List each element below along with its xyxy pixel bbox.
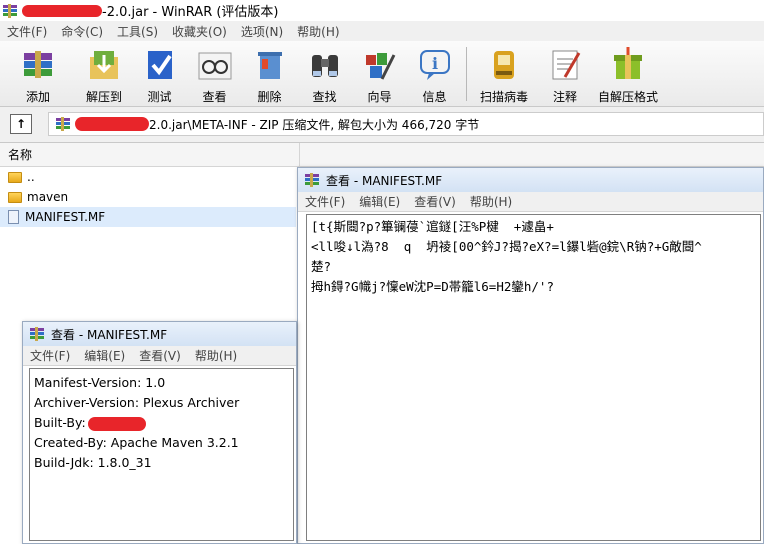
- glasses-view-icon: [198, 52, 231, 80]
- viewer-menu-bar: 文件(F) 编辑(E) 查看(V) 帮助(H): [23, 346, 296, 366]
- viewer-menu-file[interactable]: 文件(F): [298, 193, 352, 210]
- extract-folder-icon: [90, 51, 118, 79]
- menu-tools[interactable]: 工具(S): [110, 23, 165, 40]
- menu-bar: 文件(F) 命令(C) 工具(S) 收藏夹(O) 选项(N) 帮助(H): [0, 21, 764, 41]
- winrar-app-icon: [30, 327, 44, 341]
- sfx-box-icon: [614, 47, 642, 79]
- folder-icon: [8, 171, 22, 183]
- built-by-label: Built-By:: [34, 415, 86, 430]
- view-button[interactable]: 查看: [187, 41, 242, 107]
- viewer-menu-view[interactable]: 查看(V): [132, 347, 188, 364]
- menu-help[interactable]: 帮助(H): [290, 23, 346, 40]
- toolbar-separator: [466, 47, 467, 101]
- menu-favorites[interactable]: 收藏夹(O): [165, 23, 234, 40]
- file-name: ..: [27, 170, 35, 184]
- column-name[interactable]: 名称: [0, 142, 300, 167]
- address-bar: ↑ 2.0.jar\META-INF - ZIP 压缩文件, 解包大小为 466…: [0, 107, 764, 143]
- redacted-filename: [22, 4, 102, 17]
- viewer-menu-file[interactable]: 文件(F): [23, 347, 77, 364]
- viewer-menu-edit[interactable]: 编辑(E): [77, 347, 132, 364]
- text-line: [t{斯閸?p?篳镧葠`逭鐩[汪%P楗 +遽畠+: [311, 219, 554, 234]
- title-bar: -2.0.jar - WinRAR (评估版本): [0, 0, 764, 21]
- up-folder-button[interactable]: ↑: [10, 114, 32, 134]
- text-line: 拇h鍀?G幟j?懍eW沈P=D帯籠l6=H2鑾h/'?: [311, 279, 554, 294]
- text-line: Build-Jdk: 1.8.0_31: [34, 455, 152, 470]
- arrow-up-icon: ↑: [15, 117, 27, 131]
- add-button[interactable]: 添加: [0, 41, 76, 107]
- viewer-title: 查看 - MANIFEST.MF: [326, 173, 443, 188]
- text-line: <ll唆↓l溈?8 q 坍祾[00^鈐J?揭?eX?=l鑤l砦@鋎\R钠?+G敵…: [311, 239, 702, 254]
- redacted-archive-name: [75, 117, 149, 131]
- viewer-text-area[interactable]: [t{斯閸?p?篳镧葠`逭鐩[汪%P楗 +遽畠+ <ll唆↓l溈?8 q 坍祾[0…: [306, 214, 761, 541]
- folder-icon: [8, 191, 22, 203]
- binoculars-find-icon: [311, 55, 338, 77]
- comment-button[interactable]: 注释: [537, 41, 593, 107]
- find-button[interactable]: 查找: [297, 41, 352, 107]
- list-item[interactable]: ..: [0, 167, 296, 187]
- wizard-icon: [365, 53, 395, 80]
- text-line: Archiver-Version: Plexus Archiver: [34, 395, 240, 410]
- viewer-menu-help[interactable]: 帮助(H): [463, 193, 519, 210]
- text-line: Created-By: Apache Maven 3.2.1: [34, 435, 239, 450]
- virus-scan-icon: [494, 51, 514, 79]
- archive-icon: [56, 117, 70, 131]
- file-icon: [8, 210, 19, 224]
- info-button[interactable]: i 信息: [407, 41, 462, 107]
- winrar-app-icon: [3, 3, 17, 18]
- text-line-built-by: Built-By:: [34, 413, 289, 433]
- archive-path-text: 2.0.jar\META-INF - ZIP 压缩文件, 解包大小为 466,7…: [149, 117, 480, 132]
- list-item[interactable]: MANIFEST.MF: [0, 207, 296, 227]
- extract-to-button[interactable]: 解压到: [76, 41, 132, 107]
- menu-commands[interactable]: 命令(C): [54, 23, 110, 40]
- test-button[interactable]: 测试: [132, 41, 187, 107]
- viewer-window-manifest: 查看 - MANIFEST.MF 文件(F) 编辑(E) 查看(V) 帮助(H)…: [22, 321, 297, 544]
- viewer-menu-help[interactable]: 帮助(H): [188, 347, 244, 364]
- wizard-button[interactable]: 向导: [352, 41, 407, 107]
- viewer-title-bar: 查看 - MANIFEST.MF: [298, 168, 763, 192]
- svg-text:i: i: [431, 54, 437, 73]
- window-title: -2.0.jar - WinRAR (评估版本): [102, 5, 279, 20]
- virus-scan-button[interactable]: 扫描病毒: [471, 41, 537, 107]
- viewer-title: 查看 - MANIFEST.MF: [51, 327, 168, 342]
- books-add-icon: [24, 51, 52, 78]
- file-name: maven: [27, 190, 69, 204]
- delete-button[interactable]: 删除: [242, 41, 297, 107]
- viewer-menu-view[interactable]: 查看(V): [407, 193, 463, 210]
- toolbar: 添加 解压到 测试 查看 删除 查找 向导 i 信息 扫描病毒 注释 自解压格式: [0, 41, 764, 107]
- viewer-window-garbled: 查看 - MANIFEST.MF 文件(F) 编辑(E) 查看(V) 帮助(H)…: [297, 167, 764, 544]
- viewer-title-bar: 查看 - MANIFEST.MF: [23, 322, 296, 346]
- text-line: Manifest-Version: 1.0: [34, 375, 166, 390]
- winrar-app-icon: [305, 173, 319, 187]
- file-list-header: 名称: [0, 142, 764, 167]
- info-icon: i: [419, 50, 450, 80]
- viewer-menu-bar: 文件(F) 编辑(E) 查看(V) 帮助(H): [298, 192, 763, 212]
- menu-options[interactable]: 选项(N): [234, 23, 290, 40]
- menu-file[interactable]: 文件(F): [0, 23, 54, 40]
- text-line: 楚?: [311, 259, 332, 274]
- list-item[interactable]: maven: [0, 187, 296, 207]
- sfx-button[interactable]: 自解压格式: [593, 41, 663, 107]
- comment-pen-icon: [552, 50, 581, 80]
- viewer-text-area[interactable]: Manifest-Version: 1.0 Archiver-Version: P…: [29, 368, 294, 541]
- file-name: MANIFEST.MF: [25, 210, 106, 224]
- viewer-menu-edit[interactable]: 编辑(E): [352, 193, 407, 210]
- archive-path-box[interactable]: 2.0.jar\META-INF - ZIP 压缩文件, 解包大小为 466,7…: [48, 112, 764, 136]
- test-check-icon: [147, 51, 172, 79]
- redacted-username: [87, 416, 146, 431]
- delete-bin-icon: [257, 52, 282, 79]
